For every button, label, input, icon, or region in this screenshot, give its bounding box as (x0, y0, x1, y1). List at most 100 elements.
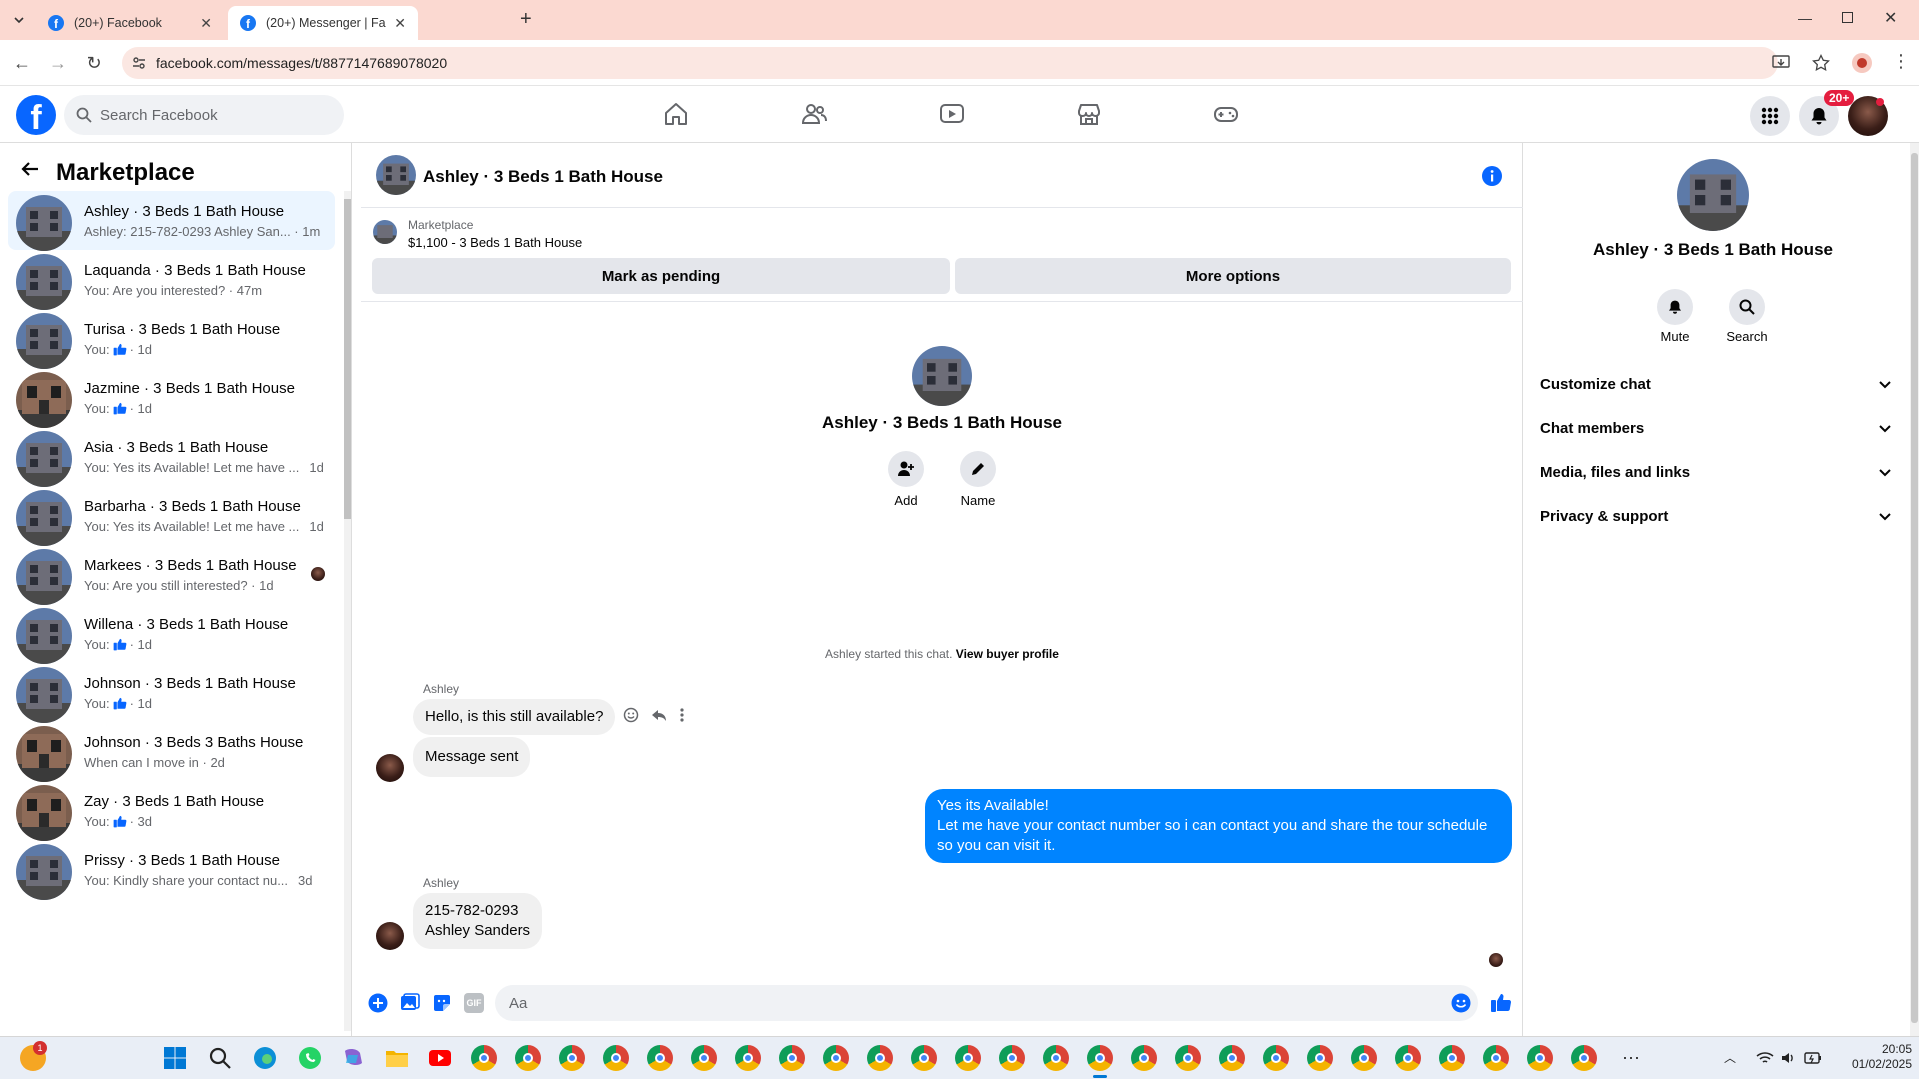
new-tab-button[interactable]: + (520, 8, 532, 31)
chrome-window-icon[interactable] (955, 1045, 981, 1071)
conversation-item[interactable]: Asia · 3 Beds 1 Bath House You: Yes its A… (8, 427, 335, 487)
taskbar-clock[interactable]: 20:05 01/02/2025 (1832, 1042, 1912, 1072)
video-icon[interactable] (938, 100, 966, 128)
menu-button[interactable] (1750, 96, 1790, 136)
chrome-window-icon[interactable] (779, 1045, 805, 1071)
chrome-window-icon[interactable] (1131, 1045, 1157, 1071)
close-tab-icon[interactable]: ✕ (200, 15, 212, 32)
chrome-window-icon[interactable] (559, 1045, 585, 1071)
back-arrow-button[interactable] (20, 159, 40, 179)
conversation-info-button[interactable] (1481, 165, 1503, 187)
emoji-icon[interactable] (1451, 993, 1471, 1013)
conversation-item[interactable]: Zay · 3 Beds 1 Bath House You: · 3d (8, 781, 335, 841)
chrome-window-icon[interactable] (735, 1045, 761, 1071)
copilot-icon[interactable] (340, 1045, 366, 1071)
conversation-item[interactable]: Johnson · 3 Beds 1 Bath House You: · 1d (8, 663, 335, 723)
chrome-window-icon[interactable] (1175, 1045, 1201, 1071)
view-buyer-profile-link[interactable]: View buyer profile (956, 647, 1059, 661)
chrome-window-icon[interactable] (1483, 1045, 1509, 1071)
browser-tab-facebook[interactable]: f (20+) Facebook ✕ (36, 6, 224, 40)
browser-menu-icon[interactable]: ⋮ (1892, 52, 1910, 70)
chrome-window-icon[interactable] (999, 1045, 1025, 1071)
sender-avatar[interactable] (376, 754, 404, 782)
facebook-logo[interactable]: f (16, 95, 56, 135)
chrome-window-icon[interactable] (1043, 1045, 1069, 1071)
chrome-window-icon[interactable] (647, 1045, 673, 1071)
mark-as-pending-button[interactable]: Mark as pending (372, 258, 950, 294)
conversation-item[interactable]: Prissy · 3 Beds 1 Bath House You: Kindly … (8, 840, 335, 900)
chrome-window-icon[interactable] (1219, 1045, 1245, 1071)
sender-avatar[interactable] (376, 922, 404, 950)
incoming-message[interactable]: Hello, is this still available? (413, 699, 616, 735)
conversation-item[interactable]: Ashley · 3 Beds 1 Bath House Ashley: 215-… (8, 191, 335, 251)
url-field[interactable]: facebook.com/messages/t/8877147689078020 (122, 47, 1830, 79)
page-scrollbar-thumb[interactable] (1911, 153, 1918, 1023)
friends-icon[interactable] (800, 100, 828, 128)
react-emoji-icon[interactable] (623, 707, 639, 723)
gaming-icon[interactable] (1212, 100, 1240, 128)
outgoing-message[interactable]: Yes its Available! Let me have your cont… (925, 789, 1512, 863)
browser-tab-messenger[interactable]: f (20+) Messenger | Facebook ✕ (228, 6, 418, 40)
forward-button[interactable]: → (46, 51, 70, 75)
more-dots-icon[interactable] (679, 707, 685, 723)
taskbar-overflow-icon[interactable]: ··· (1622, 1047, 1640, 1068)
tab-list-button[interactable] (8, 9, 30, 31)
facebook-search-input[interactable]: Search Facebook (64, 95, 344, 135)
more-options-button[interactable]: More options (955, 258, 1511, 294)
plus-circle-icon[interactable] (368, 993, 388, 1013)
chrome-window-icon[interactable] (1087, 1045, 1113, 1078)
sidebar-scrollbar-thumb[interactable] (344, 199, 351, 519)
details-avatar[interactable] (1677, 159, 1749, 231)
install-app-icon[interactable] (1772, 55, 1790, 71)
reload-button[interactable]: ↻ (82, 51, 106, 75)
incoming-message[interactable]: Message sent (413, 737, 531, 777)
conversation-item[interactable]: Jazmine · 3 Beds 1 Bath House You: · 1d (8, 368, 335, 428)
home-icon[interactable] (662, 100, 690, 128)
minimize-button[interactable]: — (1798, 10, 1812, 26)
message-input[interactable]: Aa (495, 985, 1478, 1021)
whatsapp-icon[interactable] (297, 1045, 323, 1071)
wifi-icon[interactable] (1756, 1051, 1774, 1065)
chat-title[interactable]: Ashley · 3 Beds 1 Bath House (423, 167, 663, 187)
conversation-item[interactable]: Laquanda · 3 Beds 1 Bath House You: Are y… (8, 250, 335, 310)
conversation-item[interactable]: Johnson · 3 Beds 3 Baths House When can I… (8, 722, 335, 782)
conversation-item[interactable]: Markees · 3 Beds 1 Bath House You: Are yo… (8, 545, 335, 605)
media-files-links-section[interactable]: Media, files and links (1540, 454, 1892, 490)
sidebar-scrollbar[interactable] (344, 191, 351, 1031)
sticker-icon[interactable] (432, 993, 452, 1013)
conversation-item[interactable]: Turisa · 3 Beds 1 Bath House You: · 1d (8, 309, 335, 369)
edge-icon[interactable] (252, 1045, 278, 1071)
chrome-window-icon[interactable] (823, 1045, 849, 1071)
conversation-item[interactable]: Willena · 3 Beds 1 Bath House You: · 1d (8, 604, 335, 664)
taskbar-search-icon[interactable] (207, 1045, 233, 1071)
restore-button[interactable] (1842, 12, 1853, 23)
site-settings-icon[interactable] (132, 56, 146, 70)
chat-members-section[interactable]: Chat members (1540, 410, 1892, 446)
customize-chat-section[interactable]: Customize chat (1540, 366, 1892, 402)
privacy-support-section[interactable]: Privacy & support (1540, 498, 1892, 534)
chrome-window-icon[interactable] (1527, 1045, 1553, 1071)
bookmark-star-icon[interactable] (1812, 54, 1830, 72)
battery-icon[interactable] (1804, 1050, 1822, 1066)
mute-button[interactable] (1657, 289, 1693, 325)
close-window-button[interactable]: ✕ (1884, 8, 1897, 28)
marketplace-icon[interactable] (1075, 100, 1103, 128)
chrome-window-icon[interactable] (911, 1045, 937, 1071)
show-hidden-icons[interactable]: ︿ (1724, 1049, 1736, 1066)
like-thumb-icon[interactable] (1490, 991, 1512, 1013)
gif-icon[interactable]: GIF (464, 993, 484, 1013)
profile-icon[interactable] (1852, 53, 1872, 73)
page-scrollbar[interactable] (1910, 143, 1919, 1036)
edit-name-button[interactable] (960, 451, 996, 487)
reply-icon[interactable] (651, 707, 667, 723)
chrome-window-icon[interactable] (1571, 1045, 1597, 1071)
chat-profile-avatar[interactable] (912, 346, 972, 406)
chrome-window-icon[interactable] (1307, 1045, 1333, 1071)
incoming-message[interactable]: 215-782-0293 Ashley Sanders (413, 893, 543, 949)
file-explorer-icon[interactable] (384, 1045, 410, 1071)
listing-thumbnail[interactable] (373, 220, 397, 244)
chrome-window-icon[interactable] (1439, 1045, 1465, 1071)
chrome-window-icon[interactable] (1351, 1045, 1377, 1071)
search-in-conversation-button[interactable] (1729, 289, 1765, 325)
chat-header-avatar[interactable] (376, 155, 416, 195)
